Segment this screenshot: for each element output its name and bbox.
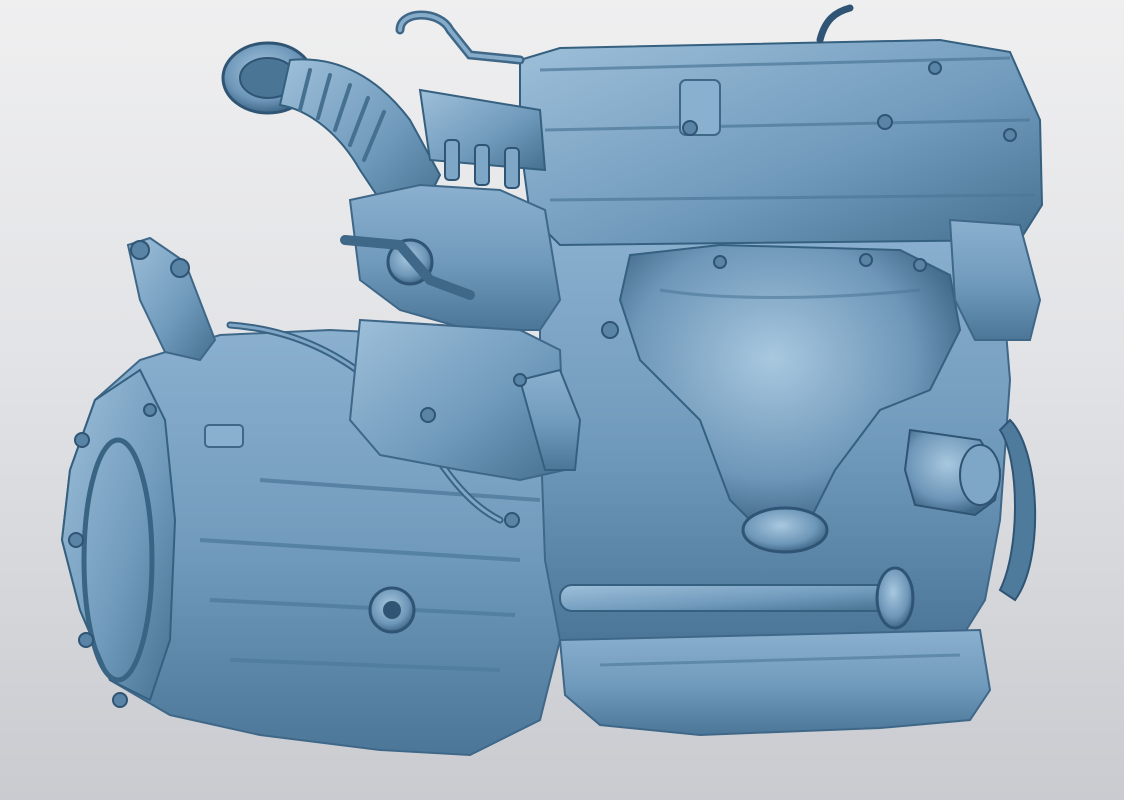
fuel-injectors bbox=[444, 139, 520, 189]
oil-pan bbox=[558, 628, 992, 737]
axle-shaft bbox=[559, 584, 891, 612]
bracket-bolt bbox=[130, 240, 150, 260]
intake-manifold bbox=[348, 183, 562, 331]
output-shaft-hub bbox=[383, 601, 401, 619]
sensor-connector bbox=[204, 424, 244, 448]
bracket-bolt bbox=[170, 258, 190, 278]
scan-canvas bbox=[60, 4, 1044, 757]
viewport bbox=[0, 0, 1124, 800]
axle-bearing bbox=[875, 566, 915, 630]
vent-hose bbox=[816, 4, 854, 44]
valve-cover bbox=[519, 38, 1044, 247]
crank-pulley bbox=[741, 506, 829, 554]
coolant-pipe bbox=[395, 10, 525, 65]
engine bbox=[519, 38, 1044, 737]
